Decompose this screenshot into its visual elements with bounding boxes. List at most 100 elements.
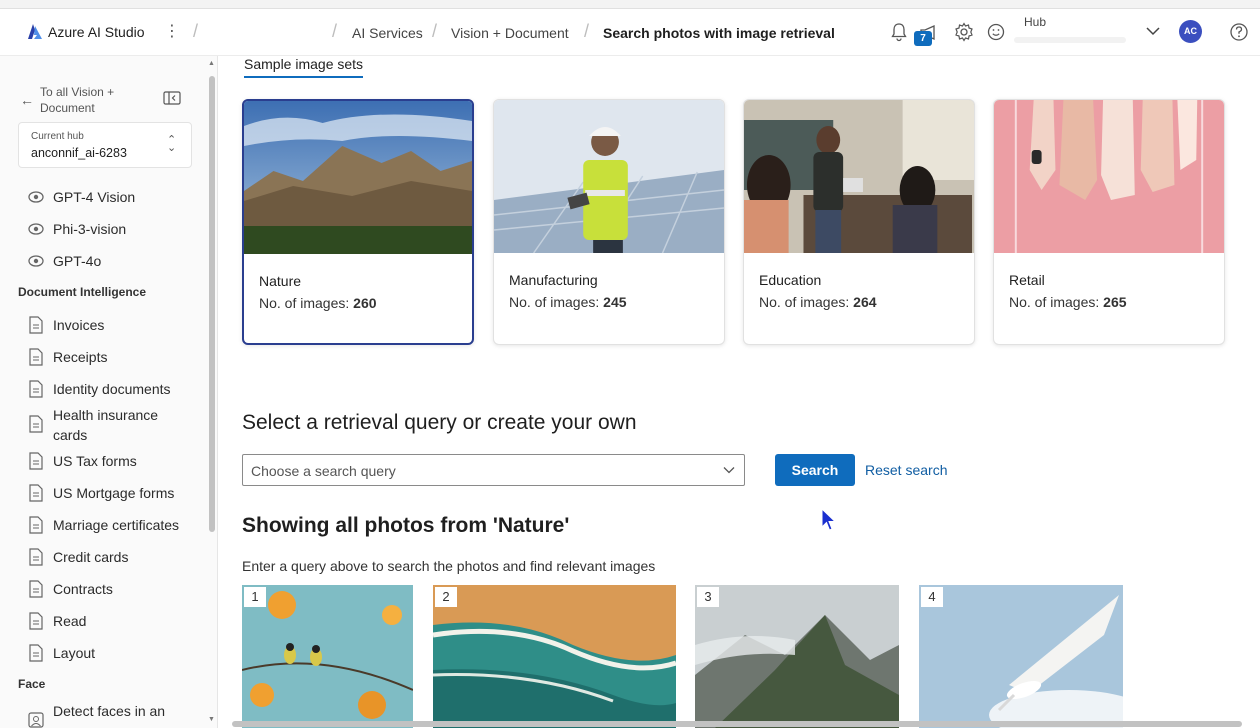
document-icon [29,452,43,470]
image-set-count: No. of images: 245 [509,294,627,310]
photo-mountain-thumbnail [695,585,899,728]
image-set-card-nature[interactable]: Nature No. of images: 260 [242,99,474,345]
chevron-down-icon [723,467,735,474]
nature-thumbnail [244,101,472,254]
sidebar-item-label: Invoices [53,317,105,333]
smiley-feedback-icon[interactable] [985,21,1007,43]
scroll-up-arrow-icon[interactable]: ▲ [208,60,215,67]
sidebar-item-label: Detect faces in an [53,703,166,719]
search-query-dropdown[interactable]: Choose a search query [242,454,745,486]
sidebar-item-label: US Mortgage forms [53,485,175,501]
breadcrumb-separator: / [193,21,199,41]
document-icon [29,380,43,398]
avatar[interactable]: AC [1179,20,1202,43]
search-button[interactable]: Search [775,454,855,486]
hub-name-placeholder [1014,37,1126,43]
image-set-count: No. of images: 265 [1009,294,1127,310]
query-heading: Select a retrieval query or create your … [242,411,637,434]
education-thumbnail [744,100,974,253]
document-icon [29,484,43,502]
search-query-placeholder: Choose a search query [251,463,396,479]
photo-number: 2 [435,587,457,607]
hub-label: Hub [1024,15,1047,29]
reset-search-link[interactable]: Reset search [865,462,947,478]
current-hub-value: anconnif_ai-6283 [31,146,127,160]
sidebar-item-label: Read [53,613,87,629]
sidebar-scrollbar-thumb[interactable] [209,76,215,532]
photo-number: 4 [921,587,943,607]
sidebar-item-label: GPT-4o [53,253,102,269]
photo-result-4[interactable]: 4 [919,585,1123,728]
sidebar-item-label: Layout [53,645,96,661]
back-link-label: To all Vision + Document [40,85,115,115]
bell-icon[interactable] [888,21,910,43]
collapse-sidebar-icon[interactable] [163,91,181,105]
current-hub-label: Current hub [31,131,84,142]
face-icon [28,712,44,728]
eye-icon [28,223,44,235]
document-icon [29,612,43,630]
sidebar-item-label: Identity documents [53,381,171,397]
document-icon [29,348,43,366]
image-set-name: Education [759,272,822,288]
sidebar: ← To all Vision + Document Current hub a… [0,56,218,728]
chevron-up-down-icon: ⌃ ⌄ [167,134,177,154]
current-hub-selector[interactable]: Current hub anconnif_ai-6283 ⌃ ⌄ [18,122,192,168]
eye-icon [28,255,44,267]
browser-strip [0,0,1260,9]
sidebar-item-label: Receipts [53,349,108,365]
sidebar-item-label: US Tax forms [53,453,137,469]
sidebar-item-label: Marriage certificates [53,517,180,533]
mouse-cursor-icon [821,508,837,531]
image-set-card-manufacturing[interactable]: Manufacturing No. of images: 245 [493,99,725,345]
photo-birds-thumbnail [242,585,413,728]
horizontal-scrollbar-thumb[interactable] [232,721,1242,727]
azure-logo-icon [28,24,42,39]
breadcrumb-separator: / [332,21,338,41]
gear-icon[interactable] [953,21,975,43]
document-icon [29,415,43,433]
sidebar-item-label: Contracts [53,581,113,597]
document-icon [29,644,43,662]
photo-coast-thumbnail [433,585,676,728]
photo-result-3[interactable]: 3 [695,585,899,728]
eye-icon [28,191,44,203]
help-icon[interactable] [1229,22,1249,42]
sidebar-item-label: Health insurance cards [53,407,159,443]
chevron-down-icon[interactable] [1145,25,1161,37]
document-icon [29,516,43,534]
tab-sample-image-sets[interactable]: Sample image sets [244,56,364,78]
breadcrumb-ai-services[interactable]: AI Services [352,25,423,41]
image-set-name: Manufacturing [509,272,598,288]
showing-photos-heading: Showing all photos from 'Nature' [242,514,570,537]
image-set-count: No. of images: 260 [259,295,377,311]
sidebar-item-label: Phi-3-vision [53,221,127,237]
scroll-down-arrow-icon[interactable]: ▼ [208,716,215,723]
main-content: Sample image sets Nature No. of images: … [218,56,1260,728]
breadcrumb-current-page: Search photos with image retrieval [603,25,835,41]
notification-count-badge: 7 [914,31,932,46]
back-arrow-icon: ← [20,92,34,108]
breadcrumb-vision-document[interactable]: Vision + Document [451,25,569,41]
image-set-card-retail[interactable]: Retail No. of images: 265 [993,99,1225,345]
sidebar-section-face: Face [18,677,46,691]
photo-result-2[interactable]: 2 [433,585,676,728]
image-set-name: Nature [259,273,302,289]
app-name[interactable]: Azure AI Studio [48,24,145,40]
photo-result-1[interactable]: 1 [242,585,413,728]
search-hint-text: Enter a query above to search the photos… [242,558,656,574]
sidebar-item-label: GPT-4 Vision [53,189,136,205]
breadcrumb-separator: / [584,21,590,41]
document-icon [29,548,43,566]
manufacturing-thumbnail [494,100,724,253]
image-set-name: Retail [1009,272,1045,288]
photo-number: 3 [697,587,719,607]
image-set-card-education[interactable]: Education No. of images: 264 [743,99,975,345]
sidebar-section-document-intelligence: Document Intelligence [18,285,147,299]
breadcrumb-separator: / [432,21,438,41]
document-icon [29,580,43,598]
photo-seagull-thumbnail [919,585,1123,728]
image-set-count: No. of images: 264 [759,294,877,310]
more-options-icon[interactable]: ⋮ [164,21,180,41]
sidebar-item-label: Credit cards [53,549,129,565]
